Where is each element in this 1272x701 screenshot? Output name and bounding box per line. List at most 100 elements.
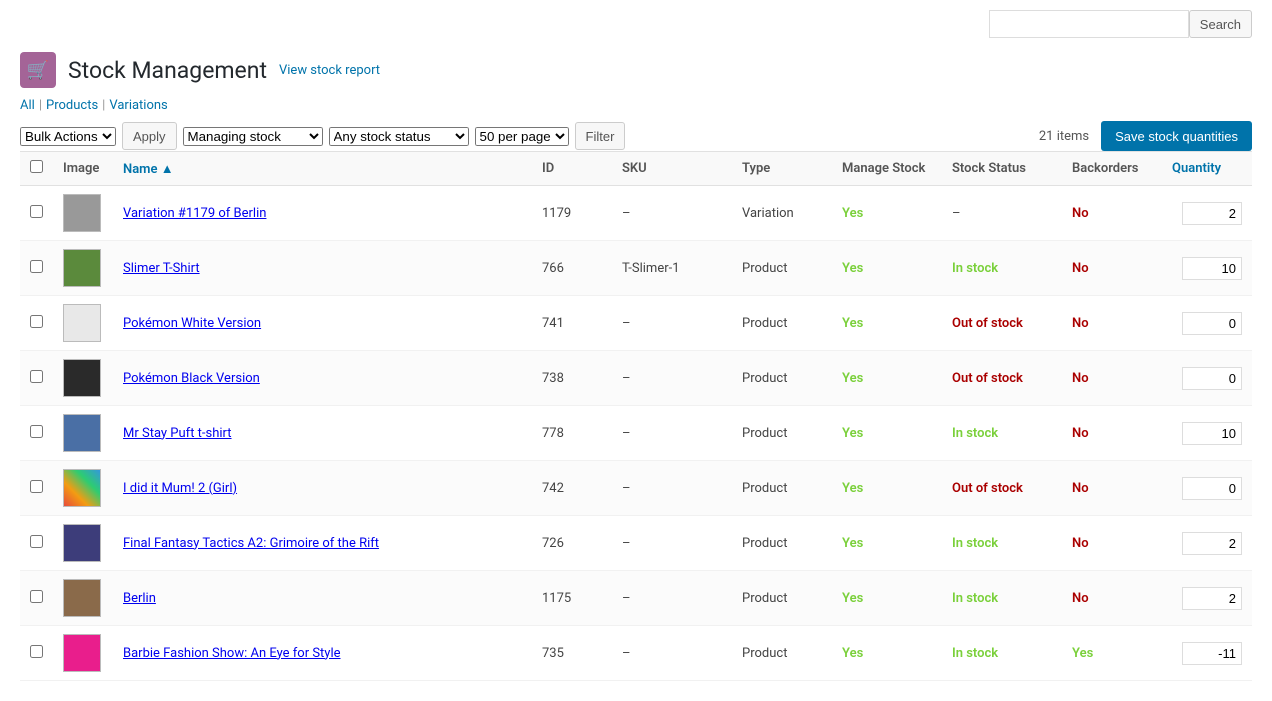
product-name-link[interactable]: Mr Stay Puft t-shirt (123, 426, 232, 441)
row-manage-stock-cell: Yes (832, 296, 942, 351)
save-stock-quantities-button[interactable]: Save stock quantities (1101, 121, 1252, 151)
row-backorders-cell: No (1062, 296, 1162, 351)
row-checkbox[interactable] (30, 645, 43, 658)
backorders-value: No (1072, 426, 1089, 441)
row-checkbox[interactable] (30, 260, 43, 273)
row-quantity-cell (1162, 296, 1252, 351)
product-image (63, 524, 101, 562)
nav-variations[interactable]: Variations (109, 98, 167, 113)
table-row: Pokémon Black Version 738 – Product Yes … (20, 351, 1252, 406)
row-checkbox-cell (20, 461, 53, 516)
col-header-checkbox (20, 152, 53, 186)
quantity-input[interactable] (1182, 202, 1242, 225)
col-header-manage-stock: Manage Stock (832, 152, 942, 186)
product-name-link[interactable]: Slimer T-Shirt (123, 261, 200, 276)
quantity-input[interactable] (1182, 312, 1242, 335)
select-all-checkbox[interactable] (30, 160, 43, 173)
product-name-link[interactable]: Pokémon Black Version (123, 371, 260, 386)
quantity-input[interactable] (1182, 532, 1242, 555)
row-checkbox[interactable] (30, 590, 43, 603)
filter-button[interactable]: Filter (575, 122, 626, 150)
row-backorders-cell: No (1062, 351, 1162, 406)
backorders-value: No (1072, 261, 1089, 276)
row-sku-cell: T-Slimer-1 (612, 241, 732, 296)
quantity-input[interactable] (1182, 257, 1242, 280)
product-name-link[interactable]: Variation #1179 of Berlin (123, 206, 266, 221)
quantity-input[interactable] (1182, 422, 1242, 445)
row-stock-status-cell: In stock (942, 241, 1062, 296)
row-sku-cell: – (612, 186, 732, 241)
bulk-actions-select[interactable]: Bulk Actions (20, 127, 116, 146)
row-id-cell: 738 (532, 351, 612, 406)
quantity-input[interactable] (1182, 477, 1242, 500)
stock-status-select[interactable]: Any stock status (329, 127, 469, 146)
tablenav-top: Bulk Actions Apply Managing stock Any st… (20, 121, 1252, 151)
row-checkbox-cell (20, 351, 53, 406)
row-checkbox[interactable] (30, 480, 43, 493)
search-input[interactable] (989, 10, 1189, 38)
row-type-cell: Variation (732, 186, 832, 241)
row-name-cell: Slimer T-Shirt (113, 241, 532, 296)
row-checkbox[interactable] (30, 315, 43, 328)
row-checkbox-cell (20, 296, 53, 351)
col-header-id: ID (532, 152, 612, 186)
row-checkbox-cell (20, 241, 53, 296)
sort-name-link[interactable]: Name ▲ (123, 162, 174, 177)
row-image-cell (53, 571, 113, 626)
view-stock-report-link[interactable]: View stock report (279, 63, 380, 78)
row-backorders-cell: No (1062, 186, 1162, 241)
product-name-link[interactable]: Berlin (123, 591, 156, 606)
quantity-input[interactable] (1182, 642, 1242, 665)
page-title: Stock Management (68, 57, 267, 84)
product-image (63, 579, 101, 617)
row-name-cell: Mr Stay Puft t-shirt (113, 406, 532, 461)
product-name-link[interactable]: Barbie Fashion Show: An Eye for Style (123, 646, 341, 661)
backorders-value: No (1072, 371, 1089, 386)
product-name-link[interactable]: I did it Mum! 2 (Girl) (123, 481, 237, 496)
col-header-image: Image (53, 152, 113, 186)
per-page-select[interactable]: 50 per page (475, 127, 569, 146)
row-checkbox[interactable] (30, 535, 43, 548)
quantity-input[interactable] (1182, 587, 1242, 610)
row-id-cell: 741 (532, 296, 612, 351)
row-checkbox-cell (20, 516, 53, 571)
row-type-cell: Product (732, 406, 832, 461)
row-type-cell: Product (732, 626, 832, 681)
row-id-cell: 1179 (532, 186, 612, 241)
nav-products[interactable]: Products (46, 98, 98, 113)
row-backorders-cell: No (1062, 571, 1162, 626)
row-sku-cell: – (612, 351, 732, 406)
product-name-link[interactable]: Final Fantasy Tactics A2: Grimoire of th… (123, 536, 379, 551)
product-name-link[interactable]: Pokémon White Version (123, 316, 261, 331)
row-stock-status-cell: Out of stock (942, 461, 1062, 516)
quantity-input[interactable] (1182, 367, 1242, 390)
row-checkbox-cell (20, 571, 53, 626)
managing-stock-select[interactable]: Managing stock (183, 127, 323, 146)
row-quantity-cell (1162, 571, 1252, 626)
row-image-cell (53, 626, 113, 681)
backorders-value: No (1072, 591, 1089, 606)
row-id-cell: 742 (532, 461, 612, 516)
row-stock-status-cell: In stock (942, 516, 1062, 571)
row-checkbox[interactable] (30, 205, 43, 218)
backorders-value: Yes (1072, 646, 1093, 661)
product-image (63, 304, 101, 342)
backorders-value: No (1072, 316, 1089, 331)
search-button[interactable]: Search (1189, 10, 1252, 38)
row-checkbox[interactable] (30, 370, 43, 383)
table-row: I did it Mum! 2 (Girl) 742 – Product Yes… (20, 461, 1252, 516)
apply-button[interactable]: Apply (122, 122, 177, 150)
table-row: Variation #1179 of Berlin 1179 – Variati… (20, 186, 1252, 241)
row-image-cell (53, 351, 113, 406)
row-type-cell: Product (732, 516, 832, 571)
row-sku-cell: – (612, 406, 732, 461)
manage-stock-value: Yes (842, 426, 863, 441)
col-header-quantity: Quantity (1162, 152, 1252, 186)
row-checkbox-cell (20, 406, 53, 461)
stock-table: Image Name ▲ ID SKU Type Manage Stock St… (20, 151, 1252, 681)
items-count: 21 items (1039, 129, 1089, 144)
row-type-cell: Product (732, 351, 832, 406)
nav-all[interactable]: All (20, 98, 35, 113)
col-header-stock-status: Stock Status (942, 152, 1062, 186)
row-checkbox[interactable] (30, 425, 43, 438)
